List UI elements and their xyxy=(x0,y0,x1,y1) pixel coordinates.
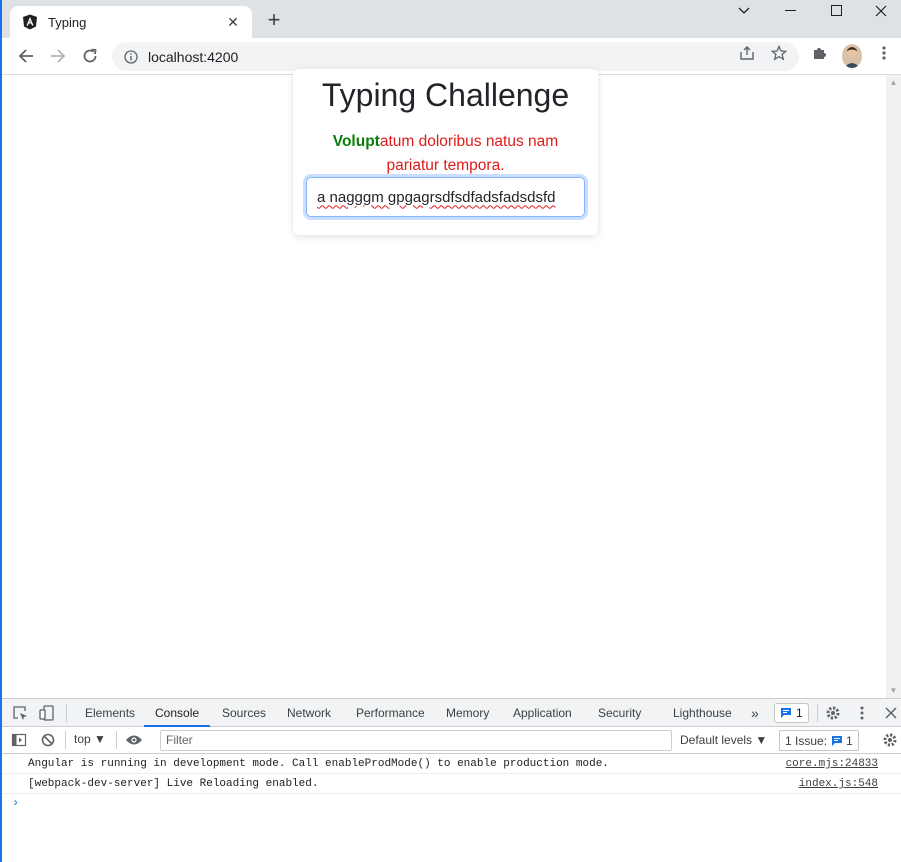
log-levels-select[interactable]: Default levels ▼ xyxy=(680,733,767,747)
browser-menu-icon[interactable] xyxy=(875,44,893,62)
dropdown-triangle-icon: ▼ xyxy=(94,732,106,746)
browser-tab[interactable]: Typing ✕ xyxy=(10,6,252,38)
tab-application[interactable]: Application xyxy=(513,699,572,727)
devtools-settings-icon[interactable] xyxy=(824,704,842,722)
scroll-up-icon[interactable]: ▲ xyxy=(886,75,901,90)
close-window-icon[interactable] xyxy=(858,0,901,22)
devtools-close-icon[interactable] xyxy=(882,704,900,722)
device-toggle-icon[interactable] xyxy=(38,704,56,722)
inspect-element-icon[interactable] xyxy=(11,704,29,722)
context-value: top xyxy=(74,732,91,746)
devtools-menu-icon[interactable] xyxy=(853,704,871,722)
page-viewport: Typing Challenge Voluptatum doloribus na… xyxy=(2,69,901,698)
console-source-link[interactable]: core.mjs:24833 xyxy=(786,754,878,774)
share-icon[interactable] xyxy=(738,44,756,62)
challenge-text: Voluptatum doloribus natus nam pariatur … xyxy=(313,130,578,178)
tab-strip: Typing ✕ + xyxy=(2,0,901,38)
console-prompt[interactable]: › xyxy=(12,796,19,810)
tab-security[interactable]: Security xyxy=(598,699,641,727)
scroll-down-icon[interactable]: ▼ xyxy=(886,683,901,698)
forward-button[interactable] xyxy=(46,44,70,68)
devtools-panel: Elements Console Sources Network Perform… xyxy=(2,698,901,862)
devtools-separator xyxy=(65,731,66,749)
tab-lighthouse[interactable]: Lighthouse xyxy=(673,699,732,727)
angular-icon xyxy=(23,14,37,30)
devtools-separator xyxy=(66,704,67,722)
console-filter-bar: top ▼ Filter Default levels ▼ 1 Issue: 1 xyxy=(2,727,901,754)
address-bar[interactable]: localhost:4200 xyxy=(112,42,799,71)
console-message-text: Angular is running in development mode. … xyxy=(28,758,609,770)
devtools-tab-bar: Elements Console Sources Network Perform… xyxy=(2,699,901,727)
typed-text: Volupt xyxy=(332,133,380,150)
issue-count-value: 1 xyxy=(846,733,853,748)
context-select[interactable]: top ▼ xyxy=(74,732,106,746)
tab-memory[interactable]: Memory xyxy=(446,699,489,727)
forward-arrow-icon xyxy=(51,49,66,63)
browser-window: Typing ✕ + localhost:4200 Typing Challen… xyxy=(0,0,901,862)
url-text: localhost:4200 xyxy=(148,48,239,65)
site-info-icon[interactable] xyxy=(124,49,138,64)
tab-console[interactable]: Console xyxy=(144,699,211,727)
issues-badge-count: 1 xyxy=(796,706,803,720)
console-message-text: [webpack-dev-server] Live Reloading enab… xyxy=(28,778,319,790)
dropdown-triangle-icon: ▼ xyxy=(755,733,768,747)
profile-avatar[interactable] xyxy=(842,44,862,68)
more-tabs-button[interactable]: » xyxy=(751,699,759,727)
back-arrow-icon xyxy=(18,49,33,63)
tab-close-icon[interactable]: ✕ xyxy=(224,14,242,31)
clear-console-icon[interactable] xyxy=(39,731,57,749)
new-tab-button[interactable]: + xyxy=(262,8,286,32)
message-icon xyxy=(832,735,843,746)
tab-elements[interactable]: Elements xyxy=(85,699,135,727)
tab-sources[interactable]: Sources xyxy=(222,699,266,727)
typing-card: Typing Challenge Voluptatum doloribus na… xyxy=(293,69,598,235)
console-message: Angular is running in development mode. … xyxy=(2,754,901,774)
message-icon xyxy=(781,708,791,718)
reload-button[interactable] xyxy=(78,44,102,68)
minimize-icon[interactable] xyxy=(768,0,814,22)
issues-badge[interactable]: 1 xyxy=(774,703,809,723)
remaining-text: atum doloribus natus nam pariatur tempor… xyxy=(379,133,559,174)
issue-count-button[interactable]: 1 Issue: 1 xyxy=(779,730,859,751)
devtools-separator xyxy=(817,704,818,722)
extensions-icon[interactable] xyxy=(810,44,828,62)
page-scrollbar[interactable]: ▲ ▼ xyxy=(886,75,901,698)
console-source-link[interactable]: index.js:548 xyxy=(799,774,878,794)
console-message: [webpack-dev-server] Live Reloading enab… xyxy=(2,774,901,794)
issue-count-label: 1 Issue: xyxy=(785,733,828,748)
bookmark-star-icon[interactable] xyxy=(770,44,788,62)
sidebar-toggle-icon[interactable] xyxy=(10,731,28,749)
maximize-icon[interactable] xyxy=(814,0,860,22)
tab-search-icon[interactable] xyxy=(721,0,767,22)
back-button[interactable] xyxy=(14,44,38,68)
reload-icon xyxy=(83,48,97,63)
typing-input[interactable]: a nagggm gpgagrsdfsdfadsfadsdsfd xyxy=(306,177,585,217)
tab-title: Typing xyxy=(48,14,87,30)
log-levels-value: Default levels xyxy=(680,733,753,747)
typing-input-value: a nagggm gpgagrsdfsdfadsfadsdsfd xyxy=(317,188,556,206)
console-settings-icon[interactable] xyxy=(881,731,899,749)
page-title: Typing Challenge xyxy=(321,77,570,113)
devtools-separator xyxy=(116,731,117,749)
live-expression-eye-icon[interactable] xyxy=(125,731,143,749)
console-filter-input[interactable]: Filter xyxy=(160,730,672,751)
tab-network[interactable]: Network xyxy=(287,699,331,727)
tab-performance[interactable]: Performance xyxy=(356,699,425,727)
